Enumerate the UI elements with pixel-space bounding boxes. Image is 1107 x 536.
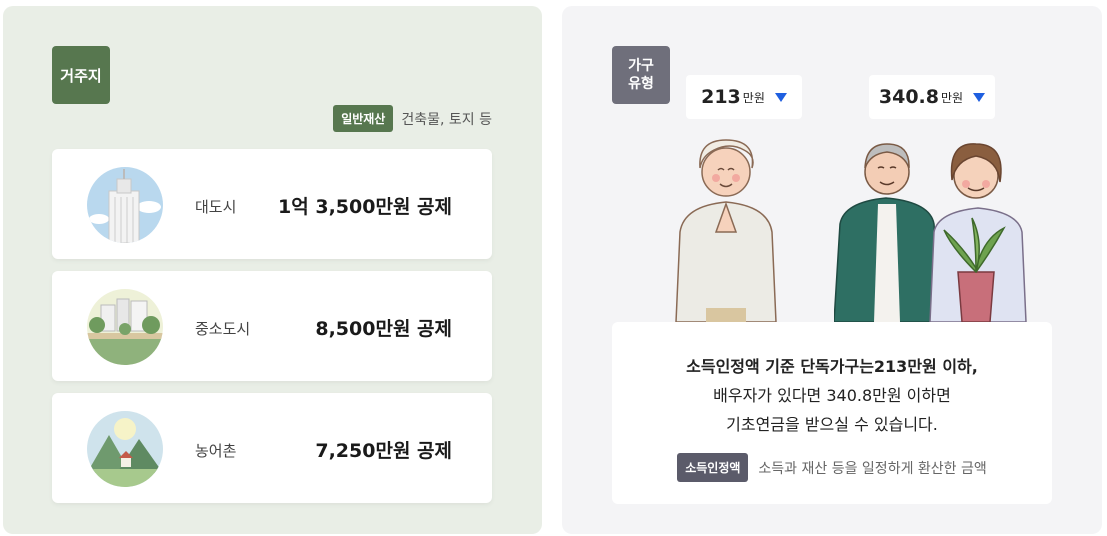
residence-panel: 거주지 일반재산 건축물, 토지 등 대도시 1억 3,500만원 공제 중소도… bbox=[3, 6, 542, 534]
household-panel: 가구 유형 213 만원 340.8 만원 소득인정액 기준 단독가구는213만… bbox=[562, 6, 1102, 534]
general-asset-chip: 일반재산 bbox=[333, 105, 394, 132]
info-line-2: 배우자가 있다면 340.8만원 이하면 bbox=[713, 386, 951, 405]
info-line-3: 기초연금을 받으실 수 있습니다. bbox=[726, 415, 938, 434]
card-amount: 1억 3,500만원 공제 bbox=[278, 196, 452, 218]
card-small-city: 중소도시 8,500만원 공제 bbox=[52, 271, 492, 381]
single-amount-value: 213 bbox=[701, 86, 741, 108]
income-info-card: 소득인정액 기준 단독가구는213만원 이하, 배우자가 있다면 340.8만원… bbox=[612, 322, 1052, 504]
general-asset-row: 일반재산 건축물, 토지 등 bbox=[333, 105, 492, 132]
single-amount-dropdown[interactable]: 213 만원 bbox=[686, 75, 802, 119]
elderly-couple-illustration bbox=[834, 143, 1027, 322]
card-label: 대도시 bbox=[195, 198, 237, 216]
card-amount: 8,500만원 공제 bbox=[315, 318, 452, 340]
couple-amount-dropdown[interactable]: 340.8 만원 bbox=[869, 75, 995, 119]
definition-row: 소득인정액 소득과 재산 등을 일정하게 환산한 금액 bbox=[612, 453, 1052, 482]
residence-tag: 거주지 bbox=[52, 46, 110, 104]
card-big-city: 대도시 1억 3,500만원 공제 bbox=[52, 149, 492, 259]
card-amount: 7,250만원 공제 bbox=[315, 440, 452, 462]
rural-village-icon bbox=[87, 411, 163, 487]
income-recognition-desc: 소득과 재산 등을 일정하게 환산한 금액 bbox=[758, 460, 987, 477]
couple-amount-unit: 만원 bbox=[941, 90, 964, 105]
info-line-1: 소득인정액 기준 단독가구는213만원 이하, bbox=[686, 357, 978, 376]
card-rural: 농어촌 7,250만원 공제 bbox=[52, 393, 492, 503]
card-label: 중소도시 bbox=[195, 320, 251, 338]
caret-down-icon bbox=[774, 92, 787, 102]
couple-amount-value: 340.8 bbox=[878, 86, 939, 108]
card-label: 농어촌 bbox=[195, 442, 237, 460]
household-tag: 가구 유형 bbox=[612, 46, 670, 104]
general-asset-desc: 건축물, 토지 등 bbox=[401, 111, 492, 128]
city-skyline-icon bbox=[87, 167, 163, 243]
single-amount-unit: 만원 bbox=[742, 90, 765, 105]
income-recognition-chip: 소득인정액 bbox=[677, 453, 749, 482]
elderly-woman-illustration bbox=[675, 139, 777, 322]
small-town-icon bbox=[87, 289, 163, 365]
caret-down-icon bbox=[973, 92, 986, 102]
